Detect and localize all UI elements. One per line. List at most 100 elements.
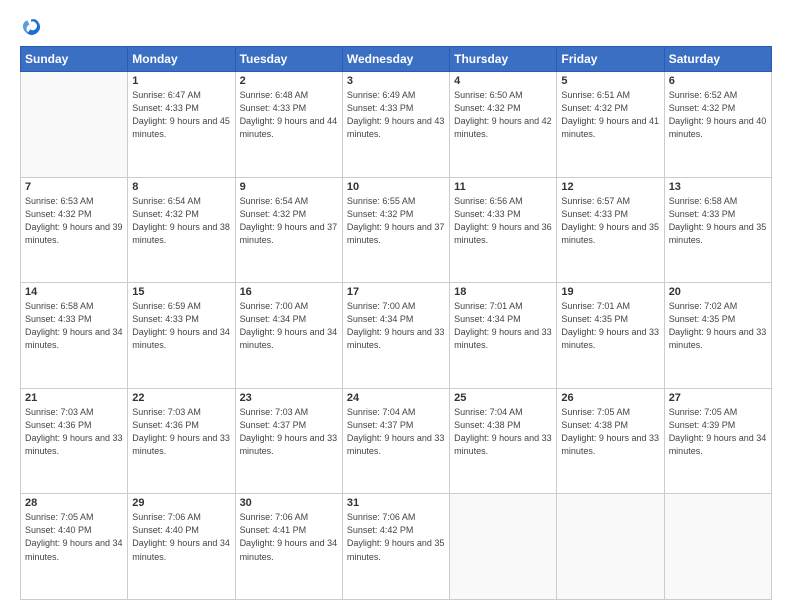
- calendar-cell: 28 Sunrise: 7:05 AMSunset: 4:40 PMDayligh…: [21, 494, 128, 600]
- calendar-cell: 9 Sunrise: 6:54 AMSunset: 4:32 PMDaylight…: [235, 177, 342, 283]
- week-row-3: 14 Sunrise: 6:58 AMSunset: 4:33 PMDayligh…: [21, 283, 772, 389]
- calendar-cell: 23 Sunrise: 7:03 AMSunset: 4:37 PMDayligh…: [235, 388, 342, 494]
- calendar-cell: 24 Sunrise: 7:04 AMSunset: 4:37 PMDayligh…: [342, 388, 449, 494]
- weekday-header-wednesday: Wednesday: [342, 47, 449, 72]
- weekday-header-monday: Monday: [128, 47, 235, 72]
- day-number: 26: [561, 392, 659, 404]
- day-info: Sunrise: 6:54 AMSunset: 4:32 PMDaylight:…: [132, 195, 230, 247]
- day-number: 31: [347, 497, 445, 509]
- calendar-cell: 8 Sunrise: 6:54 AMSunset: 4:32 PMDaylight…: [128, 177, 235, 283]
- day-number: 22: [132, 392, 230, 404]
- day-number: 6: [669, 75, 767, 87]
- day-number: 14: [25, 286, 123, 298]
- day-info: Sunrise: 6:50 AMSunset: 4:32 PMDaylight:…: [454, 89, 552, 141]
- day-number: 11: [454, 181, 552, 193]
- day-info: Sunrise: 6:56 AMSunset: 4:33 PMDaylight:…: [454, 195, 552, 247]
- calendar-cell: [21, 72, 128, 178]
- calendar-cell: [557, 494, 664, 600]
- day-info: Sunrise: 6:55 AMSunset: 4:32 PMDaylight:…: [347, 195, 445, 247]
- calendar-cell: 18 Sunrise: 7:01 AMSunset: 4:34 PMDayligh…: [450, 283, 557, 389]
- day-number: 9: [240, 181, 338, 193]
- page: SundayMondayTuesdayWednesdayThursdayFrid…: [0, 0, 792, 612]
- day-info: Sunrise: 7:06 AMSunset: 4:41 PMDaylight:…: [240, 511, 338, 563]
- calendar-cell: 1Sunrise: 6:47 AMSunset: 4:33 PMDaylight…: [128, 72, 235, 178]
- calendar-cell: 27 Sunrise: 7:05 AMSunset: 4:39 PMDayligh…: [664, 388, 771, 494]
- day-info: Sunrise: 7:01 AMSunset: 4:34 PMDaylight:…: [454, 300, 552, 352]
- day-number: 12: [561, 181, 659, 193]
- week-row-4: 21 Sunrise: 7:03 AMSunset: 4:36 PMDayligh…: [21, 388, 772, 494]
- calendar-cell: 17 Sunrise: 7:00 AMSunset: 4:34 PMDayligh…: [342, 283, 449, 389]
- day-info: Sunrise: 6:58 AMSunset: 4:33 PMDaylight:…: [669, 195, 767, 247]
- day-info: Sunrise: 6:49 AMSunset: 4:33 PMDaylight:…: [347, 89, 445, 141]
- day-info: Sunrise: 7:00 AMSunset: 4:34 PMDaylight:…: [347, 300, 445, 352]
- calendar-cell: [664, 494, 771, 600]
- calendar-cell: 19 Sunrise: 7:01 AMSunset: 4:35 PMDayligh…: [557, 283, 664, 389]
- day-number: 21: [25, 392, 123, 404]
- day-number: 4: [454, 75, 552, 87]
- day-number: 25: [454, 392, 552, 404]
- day-number: 8: [132, 181, 230, 193]
- day-info: Sunrise: 7:05 AMSunset: 4:38 PMDaylight:…: [561, 406, 659, 458]
- day-info: Sunrise: 7:03 AMSunset: 4:36 PMDaylight:…: [25, 406, 123, 458]
- day-number: 10: [347, 181, 445, 193]
- day-info: Sunrise: 6:48 AMSunset: 4:33 PMDaylight:…: [240, 89, 338, 141]
- day-info: Sunrise: 7:05 AMSunset: 4:39 PMDaylight:…: [669, 406, 767, 458]
- day-number: 24: [347, 392, 445, 404]
- day-number: 19: [561, 286, 659, 298]
- logo-icon: [20, 16, 42, 38]
- day-number: 13: [669, 181, 767, 193]
- day-info: Sunrise: 7:00 AMSunset: 4:34 PMDaylight:…: [240, 300, 338, 352]
- day-info: Sunrise: 7:01 AMSunset: 4:35 PMDaylight:…: [561, 300, 659, 352]
- weekday-header-friday: Friday: [557, 47, 664, 72]
- day-number: 3: [347, 75, 445, 87]
- calendar-cell: 16 Sunrise: 7:00 AMSunset: 4:34 PMDayligh…: [235, 283, 342, 389]
- day-info: Sunrise: 7:06 AMSunset: 4:42 PMDaylight:…: [347, 511, 445, 563]
- calendar-cell: 12 Sunrise: 6:57 AMSunset: 4:33 PMDayligh…: [557, 177, 664, 283]
- day-number: 30: [240, 497, 338, 509]
- day-info: Sunrise: 6:53 AMSunset: 4:32 PMDaylight:…: [25, 195, 123, 247]
- calendar-cell: 10 Sunrise: 6:55 AMSunset: 4:32 PMDayligh…: [342, 177, 449, 283]
- day-info: Sunrise: 7:05 AMSunset: 4:40 PMDaylight:…: [25, 511, 123, 563]
- day-number: 17: [347, 286, 445, 298]
- day-info: Sunrise: 7:04 AMSunset: 4:38 PMDaylight:…: [454, 406, 552, 458]
- calendar-cell: 21 Sunrise: 7:03 AMSunset: 4:36 PMDayligh…: [21, 388, 128, 494]
- calendar-cell: 13 Sunrise: 6:58 AMSunset: 4:33 PMDayligh…: [664, 177, 771, 283]
- calendar-cell: 30 Sunrise: 7:06 AMSunset: 4:41 PMDayligh…: [235, 494, 342, 600]
- calendar-cell: 26 Sunrise: 7:05 AMSunset: 4:38 PMDayligh…: [557, 388, 664, 494]
- day-info: Sunrise: 6:51 AMSunset: 4:32 PMDaylight:…: [561, 89, 659, 141]
- day-info: Sunrise: 7:02 AMSunset: 4:35 PMDaylight:…: [669, 300, 767, 352]
- calendar-cell: 4 Sunrise: 6:50 AMSunset: 4:32 PMDaylight…: [450, 72, 557, 178]
- day-number: 2: [240, 75, 338, 87]
- weekday-header-saturday: Saturday: [664, 47, 771, 72]
- day-number: 27: [669, 392, 767, 404]
- day-number: 1: [132, 75, 230, 87]
- calendar-cell: 15Sunrise: 6:59 AMSunset: 4:33 PMDayligh…: [128, 283, 235, 389]
- day-info: Sunrise: 6:57 AMSunset: 4:33 PMDaylight:…: [561, 195, 659, 247]
- day-number: 18: [454, 286, 552, 298]
- day-info: Sunrise: 6:59 AMSunset: 4:33 PMDaylight:…: [132, 300, 230, 352]
- day-info: Sunrise: 6:52 AMSunset: 4:32 PMDaylight:…: [669, 89, 767, 141]
- weekday-header-sunday: Sunday: [21, 47, 128, 72]
- calendar-cell: 11 Sunrise: 6:56 AMSunset: 4:33 PMDayligh…: [450, 177, 557, 283]
- day-number: 29: [132, 497, 230, 509]
- day-info: Sunrise: 6:58 AMSunset: 4:33 PMDaylight:…: [25, 300, 123, 352]
- weekday-header-row: SundayMondayTuesdayWednesdayThursdayFrid…: [21, 47, 772, 72]
- day-info: Sunrise: 7:03 AMSunset: 4:37 PMDaylight:…: [240, 406, 338, 458]
- calendar-cell: 20Sunrise: 7:02 AMSunset: 4:35 PMDayligh…: [664, 283, 771, 389]
- day-number: 16: [240, 286, 338, 298]
- calendar-cell: 22Sunrise: 7:03 AMSunset: 4:36 PMDayligh…: [128, 388, 235, 494]
- day-number: 28: [25, 497, 123, 509]
- calendar-cell: 5Sunrise: 6:51 AMSunset: 4:32 PMDaylight…: [557, 72, 664, 178]
- calendar-cell: 7Sunrise: 6:53 AMSunset: 4:32 PMDaylight…: [21, 177, 128, 283]
- weekday-header-thursday: Thursday: [450, 47, 557, 72]
- day-info: Sunrise: 7:06 AMSunset: 4:40 PMDaylight:…: [132, 511, 230, 563]
- calendar-cell: 14 Sunrise: 6:58 AMSunset: 4:33 PMDayligh…: [21, 283, 128, 389]
- week-row-1: 1Sunrise: 6:47 AMSunset: 4:33 PMDaylight…: [21, 72, 772, 178]
- header: [20, 16, 772, 38]
- calendar-cell: 2 Sunrise: 6:48 AMSunset: 4:33 PMDaylight…: [235, 72, 342, 178]
- calendar-cell: 3 Sunrise: 6:49 AMSunset: 4:33 PMDaylight…: [342, 72, 449, 178]
- day-info: Sunrise: 7:04 AMSunset: 4:37 PMDaylight:…: [347, 406, 445, 458]
- logo: [20, 16, 46, 38]
- day-info: Sunrise: 6:54 AMSunset: 4:32 PMDaylight:…: [240, 195, 338, 247]
- day-number: 23: [240, 392, 338, 404]
